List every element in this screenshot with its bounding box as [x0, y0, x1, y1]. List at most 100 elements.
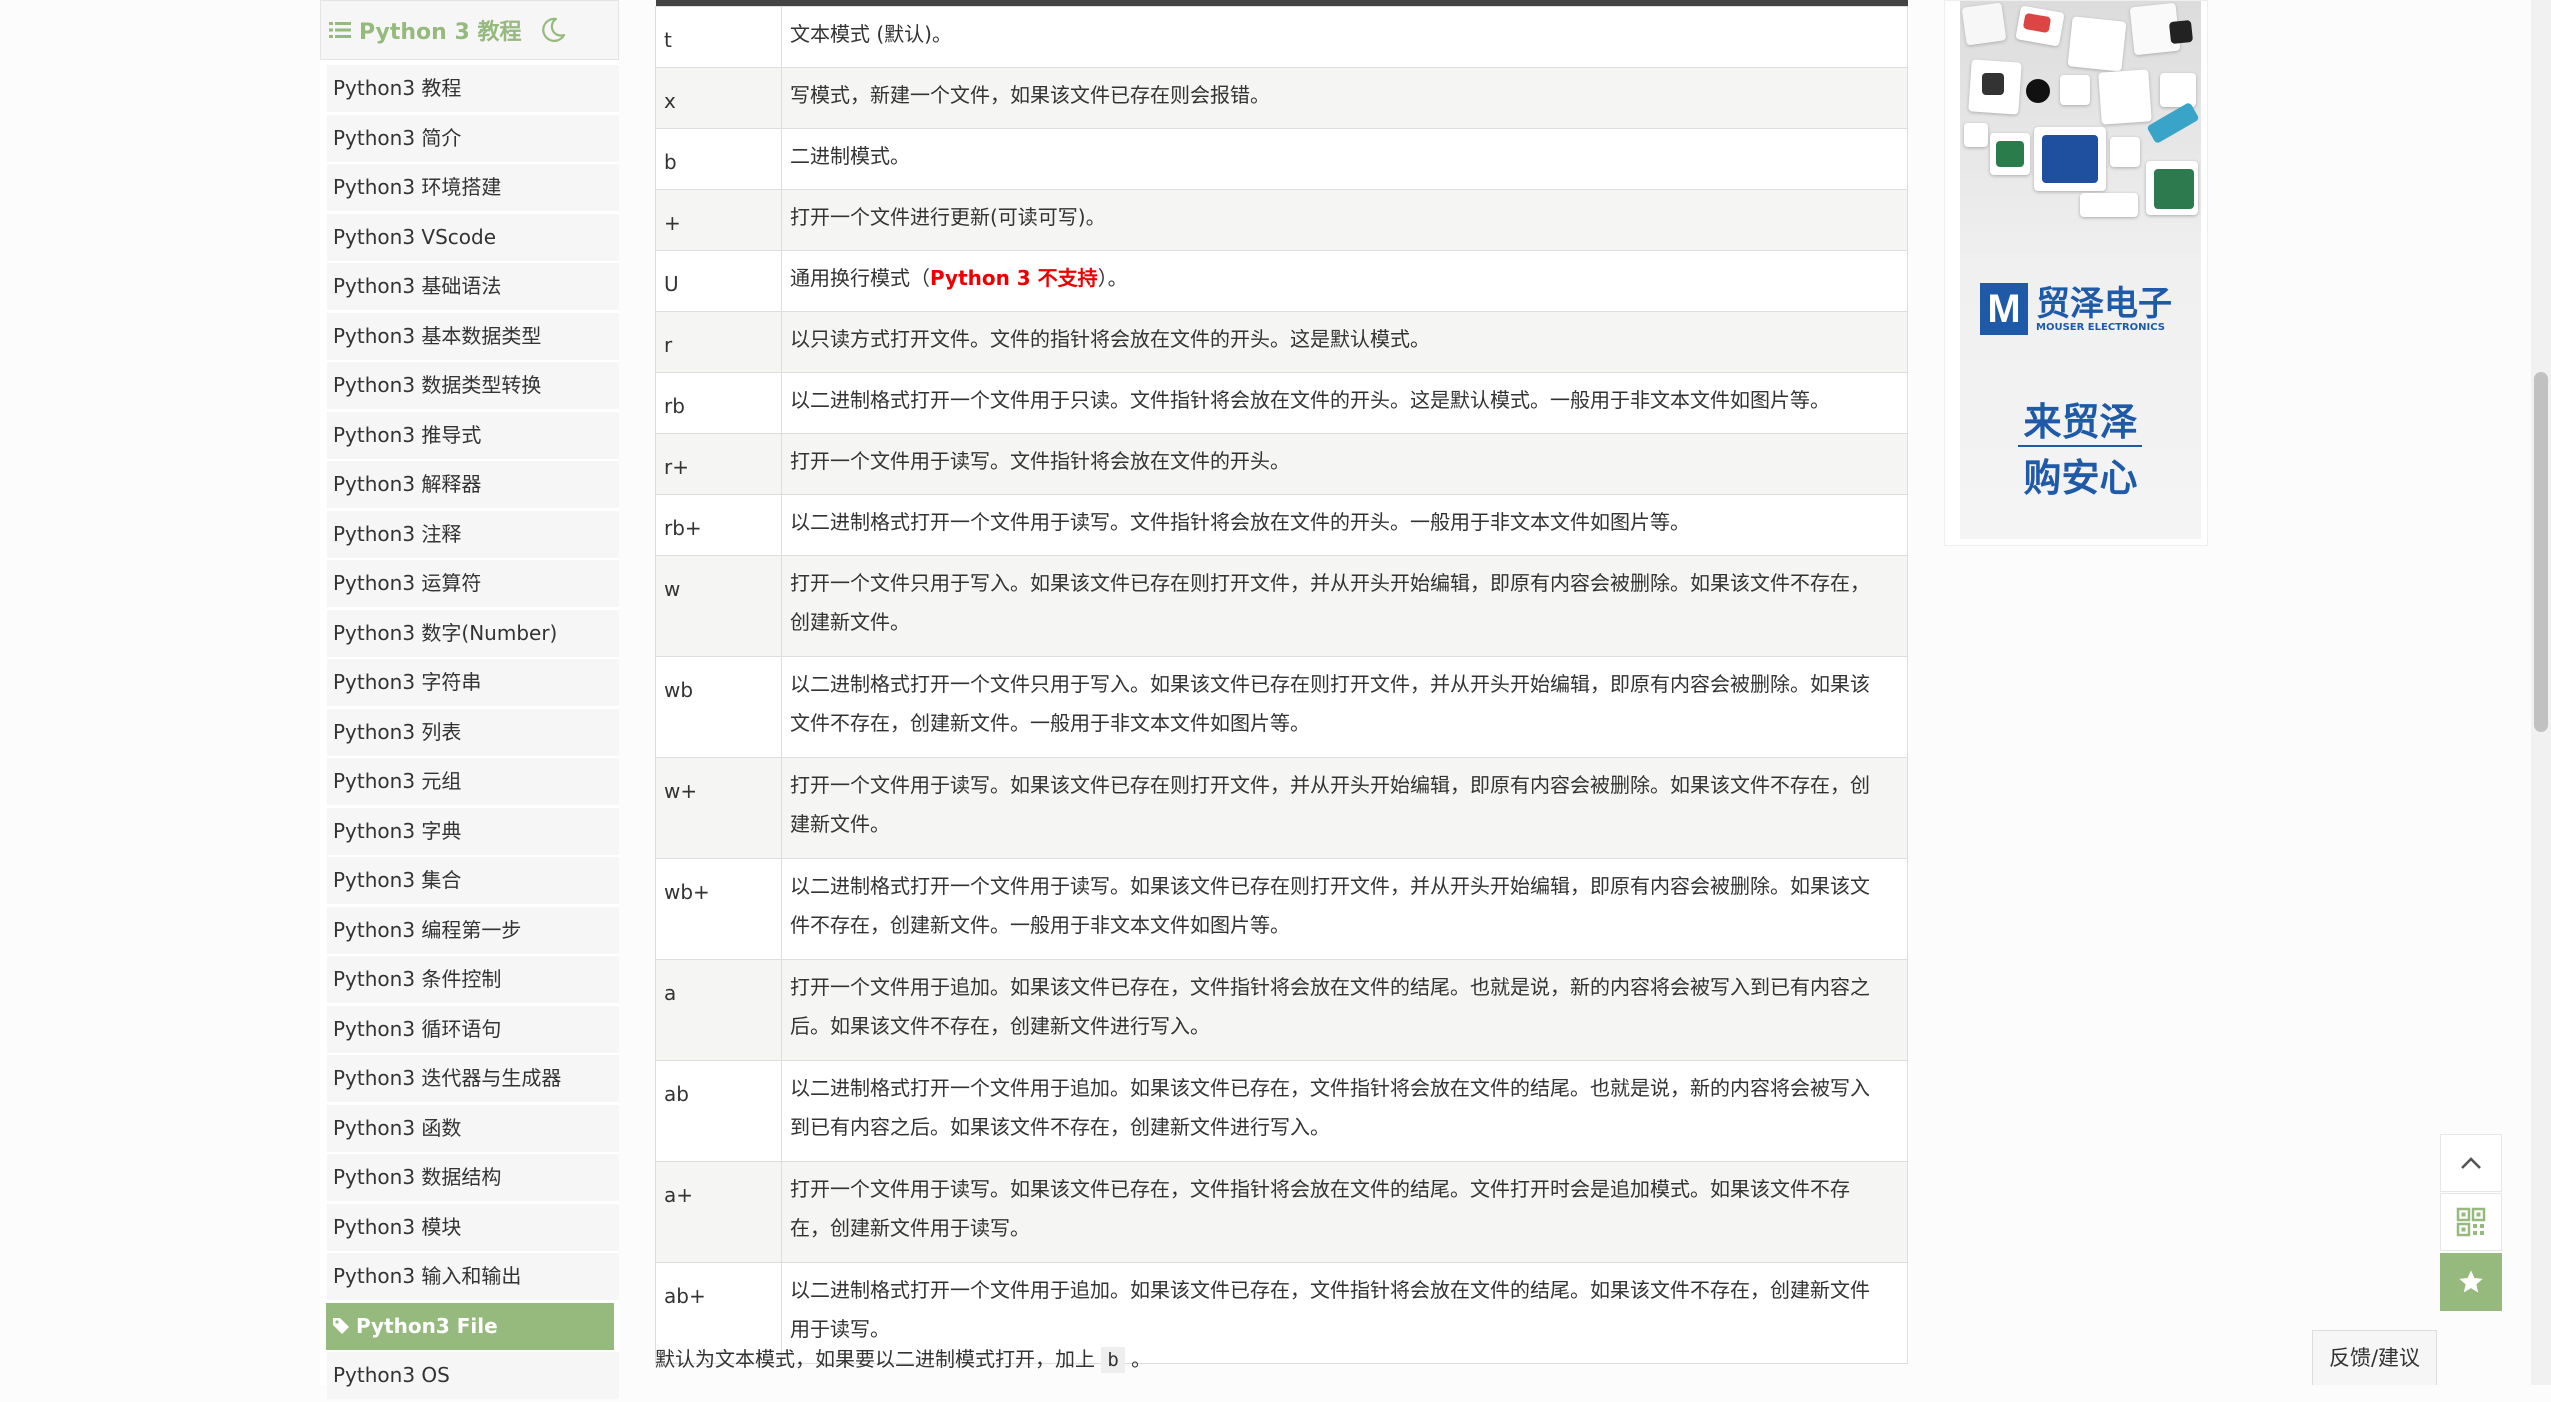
- main-content: t 文本模式 (默认)。 x 写模式，新建一个文件，如果该文件已存在则会报错。 b 二进制…: [655, 0, 1908, 1364]
- sidebar-item[interactable]: Python3 循环语句: [327, 1005, 619, 1053]
- ad-chip: [1964, 123, 1988, 147]
- sidebar-item[interactable]: Python3 运算符: [327, 560, 619, 607]
- ad-chip: [2080, 193, 2138, 217]
- mode-cell: w: [655, 555, 782, 657]
- mode-cell: wb+: [655, 858, 782, 960]
- mode-cell: w+: [655, 757, 782, 859]
- sidebar-list: Python3 教程 Python3 简介 Python3 环境搭建 Python3 …: [326, 65, 619, 1402]
- mode-note: 默认为文本模式，如果要以二进制模式打开，加上 b 。: [655, 1347, 1152, 1373]
- ad-chip: [1961, 2, 2007, 46]
- ad-chip: [1996, 141, 2024, 167]
- table-row: t 文本模式 (默认)。: [655, 6, 1908, 68]
- mouser-ad-banner[interactable]: M 贸泽电子 MOUSER ELECTRONICS 来贸泽 购安心: [1960, 1, 2201, 539]
- sidebar-item[interactable]: Python3 列表: [327, 708, 619, 756]
- sidebar-item[interactable]: Python3 推导式: [327, 411, 619, 459]
- ad-chip: [2146, 101, 2200, 145]
- table-row: b 二进制模式。: [655, 128, 1908, 190]
- mode-cell: ab: [655, 1060, 782, 1162]
- tag-icon: [333, 1318, 349, 1334]
- list-icon: [329, 22, 351, 38]
- sidebar-item[interactable]: Python3 条件控制: [327, 956, 619, 1003]
- favorite-button[interactable]: [2440, 1253, 2502, 1311]
- mode-cell: x: [655, 67, 782, 129]
- mode-cell: wb: [655, 656, 782, 758]
- mode-cell: a+: [655, 1161, 782, 1263]
- description-cell: 写模式，新建一个文件，如果该文件已存在则会报错。: [781, 67, 1908, 129]
- sidebar-item[interactable]: Python3 迭代器与生成器: [327, 1055, 619, 1102]
- sidebar-item[interactable]: Python3 数据类型转换: [327, 362, 619, 409]
- mouser-logo-icon: M: [1980, 283, 2028, 335]
- description-cell: 打开一个文件用于读写。如果该文件已存在，文件指针将会放在文件的结尾。文件打开时会…: [781, 1161, 1908, 1263]
- table-row: U 通用换行模式（Python 3 不支持）。: [655, 250, 1908, 312]
- sidebar-item[interactable]: Python3 字典: [327, 807, 619, 855]
- description-cell: 以二进制格式打开一个文件用于追加。如果该文件已存在，文件指针将会放在文件的结尾。…: [781, 1060, 1908, 1162]
- qrcode-button[interactable]: [2440, 1193, 2502, 1251]
- table-row: wb+ 以二进制格式打开一个文件用于读写。如果该文件已存在则打开文件，并从开头开始…: [655, 858, 1908, 960]
- description-cell: 打开一个文件只用于写入。如果该文件已存在则打开文件，并从开头开始编辑，即原有内容…: [781, 555, 1908, 657]
- sidebar-item[interactable]: Python3 OS: [327, 1352, 619, 1399]
- sidebar-item[interactable]: Python3 VScode: [327, 213, 619, 261]
- star-icon: [2459, 1270, 2483, 1293]
- mode-cell: r+: [655, 433, 782, 495]
- back-to-top-button[interactable]: [2440, 1134, 2502, 1192]
- ad-chip: [2026, 79, 2050, 103]
- file-mode-table: t 文本模式 (默认)。 x 写模式，新建一个文件，如果该文件已存在则会报错。 b 二进制…: [655, 6, 1908, 1364]
- table-row: w 打开一个文件只用于写入。如果该文件已存在则打开文件，并从开头开始编辑，即原有内…: [655, 555, 1908, 657]
- sidebar-item[interactable]: Python3 元组: [327, 758, 619, 805]
- table-row: x 写模式，新建一个文件，如果该文件已存在则会报错。: [655, 67, 1908, 129]
- sidebar-item-active[interactable]: Python3 File: [326, 1302, 614, 1350]
- description-cell: 打开一个文件进行更新(可读可写)。: [781, 189, 1908, 251]
- sidebar-item[interactable]: Python3 集合: [327, 857, 619, 904]
- ad-chip: [2098, 69, 2152, 125]
- sidebar-item[interactable]: Python3 基础语法: [327, 263, 619, 310]
- table-row: rb 以二进制格式打开一个文件用于只读。文件指针将会放在文件的开头。这是默认模式。…: [655, 372, 1908, 434]
- unsupported-label: Python 3 不支持: [930, 266, 1098, 290]
- description-cell: 二进制模式。: [781, 128, 1908, 190]
- sidebar-item[interactable]: Python3 数字(Number): [327, 609, 619, 657]
- sidebar-item[interactable]: Python3 简介: [327, 114, 619, 162]
- sidebar-item[interactable]: Python3 编程第一步: [327, 906, 619, 954]
- description-cell: 以二进制格式打开一个文件用于只读。文件指针将会放在文件的开头。这是默认模式。一般…: [781, 372, 1908, 434]
- description-cell: 以二进制格式打开一个文件只用于写入。如果该文件已存在则打开文件，并从开头开始编辑…: [781, 656, 1908, 758]
- qrcode-icon: [2456, 1207, 2486, 1237]
- sidebar-item[interactable]: Python3 教程: [327, 65, 619, 112]
- sidebar-item[interactable]: Python3 注释: [327, 510, 619, 558]
- table-row: r 以只读方式打开文件。文件的指针将会放在文件的开头。这是默认模式。: [655, 311, 1908, 373]
- description-cell: 以二进制格式打开一个文件用于读写。如果该文件已存在则打开文件，并从开头开始编辑，…: [781, 858, 1908, 960]
- ad-chip: [2154, 169, 2194, 209]
- description-cell: 打开一个文件用于追加。如果该文件已存在，文件指针将会放在文件的结尾。也就是说，新…: [781, 959, 1908, 1061]
- mode-cell: b: [655, 128, 782, 190]
- table-row: + 打开一个文件进行更新(可读可写)。: [655, 189, 1908, 251]
- table-row: ab 以二进制格式打开一个文件用于追加。如果该文件已存在，文件指针将会放在文件的结…: [655, 1060, 1908, 1162]
- description-cell: 文本模式 (默认)。: [781, 6, 1908, 68]
- sidebar-item[interactable]: Python3 基本数据类型: [327, 312, 619, 360]
- mode-cell: t: [655, 6, 782, 68]
- ad-chip: [2042, 135, 2098, 183]
- mode-cell: +: [655, 189, 782, 251]
- ad-chip: [2160, 73, 2196, 107]
- description-cell: 以二进制格式打开一个文件用于读写。文件指针将会放在文件的开头。一般用于非文本文件…: [781, 494, 1908, 556]
- sidebar-item[interactable]: Python3 数据结构: [327, 1154, 619, 1201]
- sidebar-title: Python 3 教程: [359, 20, 522, 45]
- page-scrollbar[interactable]: [2531, 0, 2551, 1385]
- sidebar-item[interactable]: Python3 解释器: [327, 461, 619, 508]
- sidebar-item[interactable]: Python3 字符串: [327, 659, 619, 706]
- moon-icon[interactable]: [539, 16, 567, 44]
- table-row: a 打开一个文件用于追加。如果该文件已存在，文件指针将会放在文件的结尾。也就是说，…: [655, 959, 1908, 1061]
- scrollbar-thumb[interactable]: [2534, 372, 2548, 732]
- mode-cell: a: [655, 959, 782, 1061]
- sidebar-item[interactable]: Python3 模块: [327, 1203, 619, 1251]
- feedback-button[interactable]: 反馈/建议: [2312, 1330, 2437, 1385]
- sidebar-item[interactable]: Python3 输入和输出: [327, 1253, 619, 1300]
- sidebar-item[interactable]: Python3 环境搭建: [327, 164, 619, 211]
- ad-chip: [2168, 19, 2194, 45]
- ad-chip: [2060, 75, 2090, 105]
- mode-cell: r: [655, 311, 782, 373]
- table-row: a+ 打开一个文件用于读写。如果该文件已存在，文件指针将会放在文件的结尾。文件打开…: [655, 1161, 1908, 1263]
- description-cell: 通用换行模式（Python 3 不支持）。: [781, 250, 1908, 312]
- sidebar-header: Python 3 教程: [320, 0, 619, 60]
- mode-cell: rb: [655, 372, 782, 434]
- ad-slogan-line1: 来贸泽: [2023, 400, 2138, 444]
- sidebar-item[interactable]: Python3 函数: [327, 1104, 619, 1152]
- table-row: r+ 打开一个文件用于读写。文件指针将会放在文件的开头。: [655, 433, 1908, 495]
